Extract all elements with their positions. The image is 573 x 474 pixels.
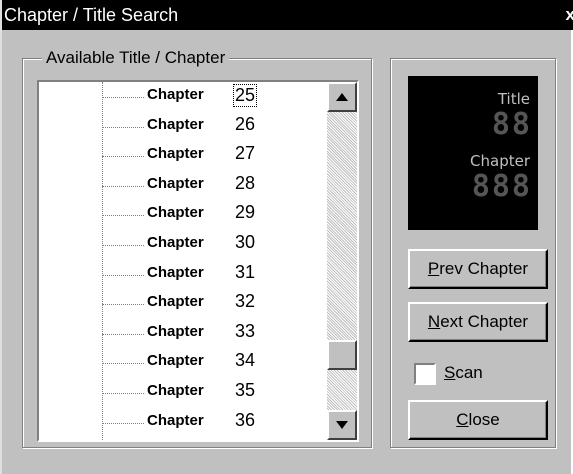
scan-checkbox[interactable] <box>414 363 436 385</box>
list-item-label: Chapter <box>147 382 204 399</box>
list-item-number: 28 <box>235 172 256 193</box>
group-label: Available Title / Chapter <box>42 48 230 68</box>
close-label: lose <box>468 410 500 429</box>
next-mnemonic: N <box>427 312 441 331</box>
list-item-label: Chapter <box>147 263 204 281</box>
close-button[interactable]: Close <box>408 400 548 440</box>
list-item-number: 26 <box>235 113 256 134</box>
list-item[interactable]: Chapter 25 <box>102 82 357 112</box>
tree-connector <box>102 393 144 394</box>
scan-mnemonic: S <box>444 363 456 382</box>
display-title-value: 88 <box>491 107 532 142</box>
list-item-number: 30 <box>235 232 256 252</box>
list-item-label: Chapter <box>147 86 204 103</box>
scan-label-text: can <box>455 363 483 382</box>
list-item-number: 29 <box>235 202 256 223</box>
tree-connector <box>102 185 144 187</box>
list-item-label: Chapter <box>147 174 204 192</box>
tree-connector <box>102 274 144 276</box>
list-item-label: Chapter <box>147 352 204 370</box>
list-item-number: 31 <box>235 261 256 282</box>
tree-connector <box>102 156 144 158</box>
arrow-down-icon <box>336 421 348 429</box>
next-chapter-button[interactable]: Next Chapter <box>408 302 548 342</box>
list-item-label: Chapter <box>147 234 204 251</box>
list-item-number: 34 <box>235 350 256 371</box>
list-item-number: 35 <box>235 380 256 400</box>
scroll-down-button[interactable] <box>327 410 357 440</box>
list-item[interactable]: Chapter 35 <box>102 378 357 408</box>
list-item[interactable]: Chapter 32 <box>102 289 357 319</box>
list-item[interactable]: Chapter 31 <box>102 260 357 290</box>
close-icon[interactable]: x <box>566 0 573 30</box>
list-item[interactable]: Chapter 30 <box>102 230 357 260</box>
display-chapter-label: Chapter <box>470 152 530 170</box>
close-mnemonic: C <box>456 410 469 429</box>
list-item-label: Chapter <box>147 204 204 222</box>
list-item[interactable]: Chapter 29 <box>102 200 357 230</box>
scan-label[interactable]: Scan <box>444 363 483 383</box>
scroll-thumb[interactable] <box>327 340 357 370</box>
tree-connector <box>102 363 144 365</box>
list-item[interactable]: Chapter 36 <box>102 408 357 438</box>
list-item-number: 36 <box>235 409 256 430</box>
prev-mnemonic: P <box>427 259 440 278</box>
arrow-up-icon <box>336 93 348 101</box>
tree-connector <box>102 126 144 128</box>
list-item[interactable]: Chapter 33 <box>102 319 357 349</box>
list-item-label: Chapter <box>147 145 204 163</box>
display-title-label: Title <box>497 90 530 108</box>
display-chapter-value: 888 <box>471 169 532 204</box>
list-item[interactable]: Chapter 28 <box>102 171 357 201</box>
list-item-number: 27 <box>235 143 256 164</box>
tree-connector <box>102 333 144 335</box>
tree-connector <box>102 245 144 246</box>
prev-chapter-button[interactable]: Prev Chapter <box>408 249 548 289</box>
vertical-scrollbar[interactable] <box>327 82 357 440</box>
tree-connector <box>102 215 144 217</box>
list-item[interactable]: Chapter 26 <box>102 112 357 142</box>
list-item-number: 25 <box>233 84 258 107</box>
list-item-label: Chapter <box>147 293 204 311</box>
list-item-number: 33 <box>235 320 256 341</box>
list-item-label: Chapter <box>147 115 204 133</box>
list-item-number: 32 <box>235 291 256 312</box>
chapter-tree-list[interactable]: Chapter 25 Chapter 26 Chapter 27 Chapter 28 Chap… <box>37 80 359 442</box>
list-item[interactable]: Chapter 27 <box>102 141 357 171</box>
lcd-display: Title 88 Chapter 888 <box>408 76 538 230</box>
tree-connector <box>102 422 144 424</box>
dialog-window: Chapter / Title Search x Available Title… <box>0 0 573 474</box>
title-bar[interactable]: Chapter / Title Search x <box>2 0 573 30</box>
tree-connector <box>102 304 144 306</box>
next-label: ext Chapter <box>440 312 529 331</box>
prev-label: rev Chapter <box>439 259 529 278</box>
tree-connector <box>102 97 144 98</box>
scroll-up-button[interactable] <box>327 82 357 112</box>
window-title: Chapter / Title Search <box>4 5 179 25</box>
list-item-label: Chapter <box>147 322 204 340</box>
list-item-label: Chapter <box>147 411 204 429</box>
list-item[interactable]: Chapter 34 <box>102 348 357 378</box>
